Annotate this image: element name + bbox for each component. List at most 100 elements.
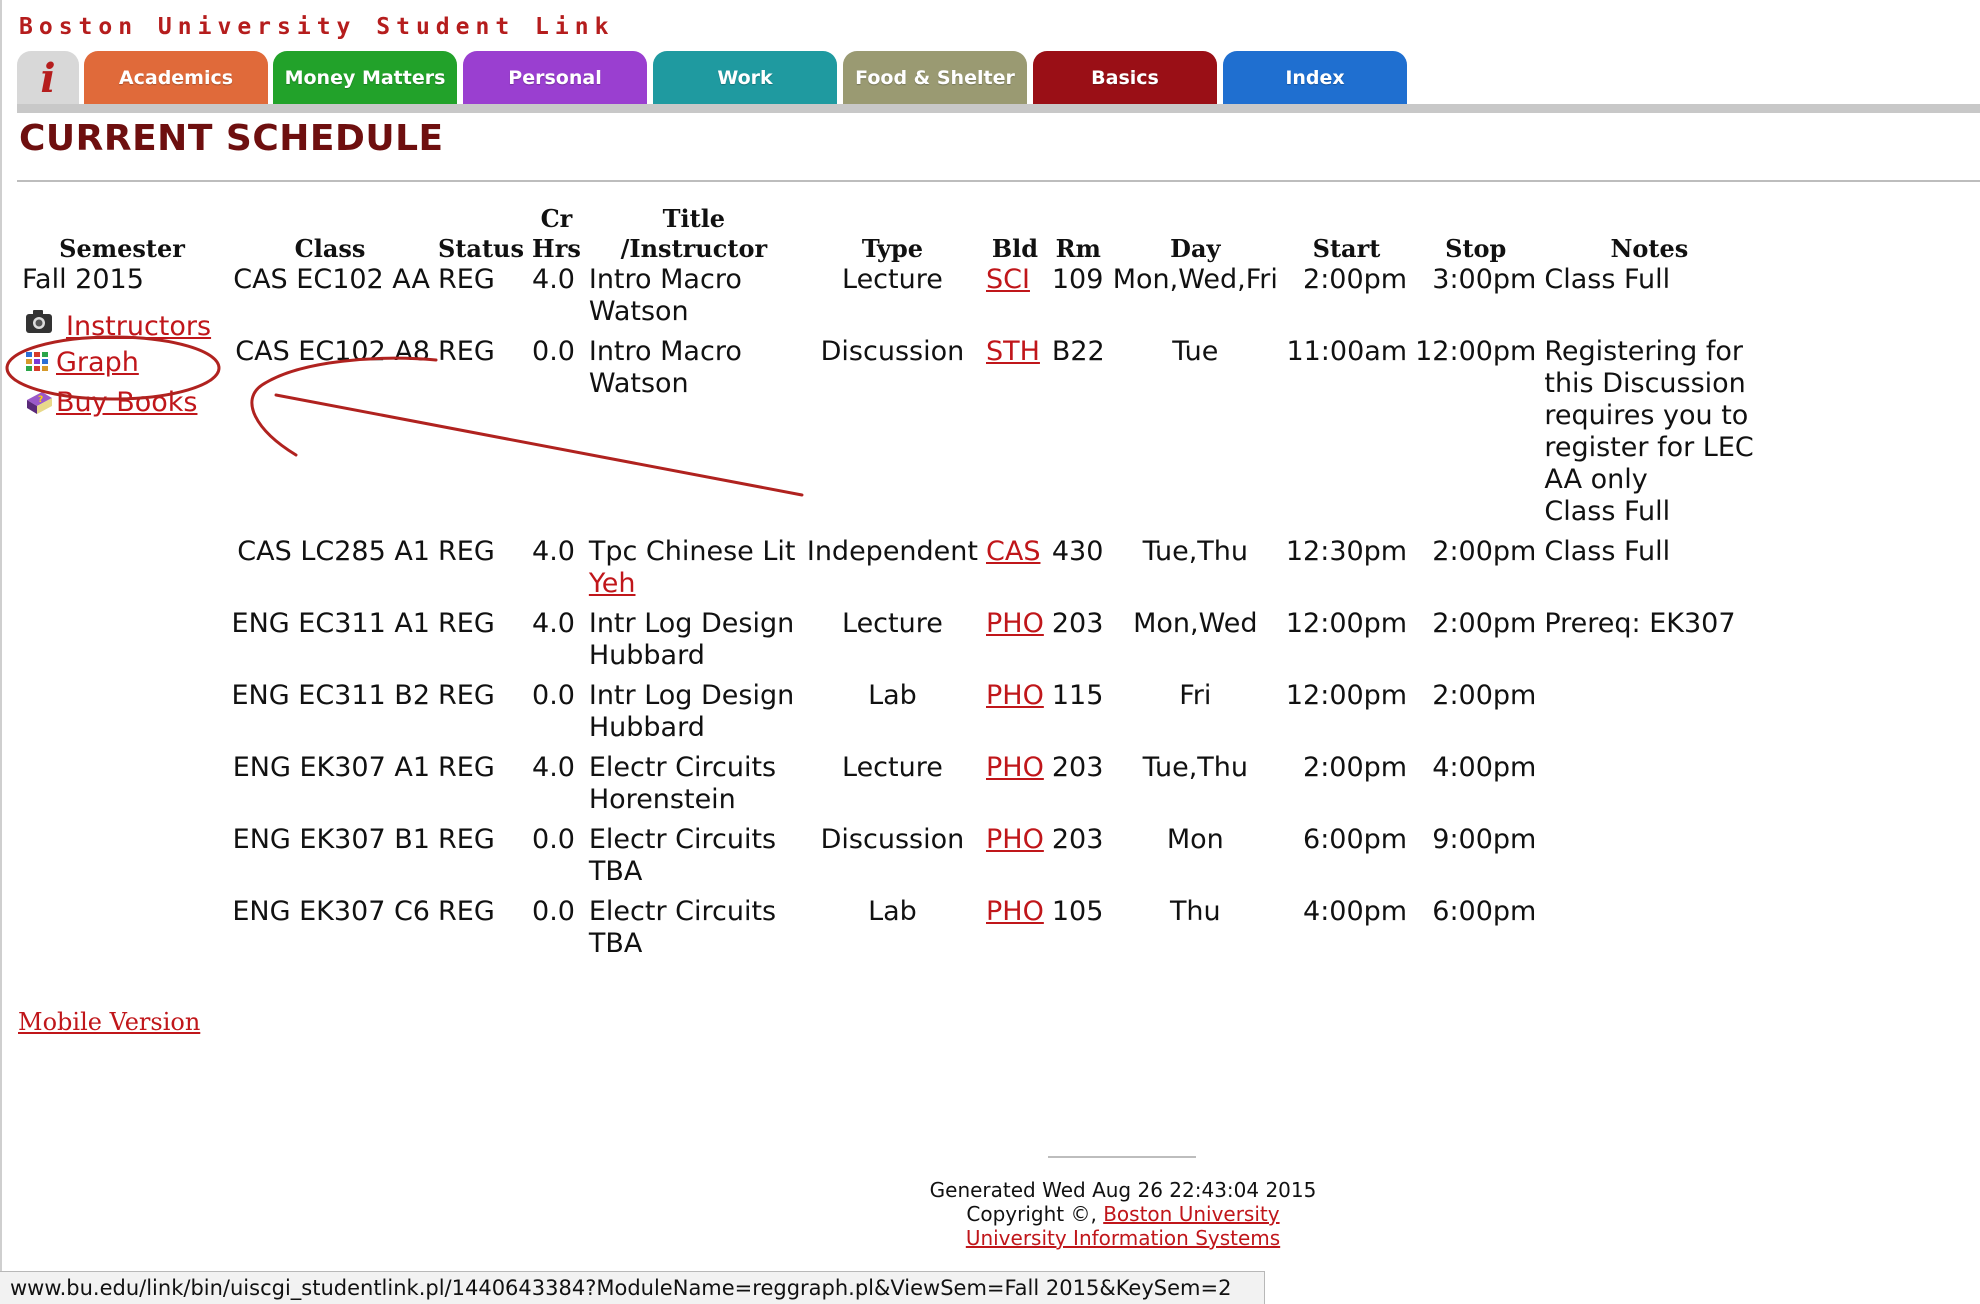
camera-icon (24, 306, 54, 336)
header-cr-hrs: Cr Hrs (528, 200, 585, 264)
tab-basics[interactable]: Basics (1033, 51, 1217, 105)
table-row: Fall 2015 CAS EC102 AA REG 4.0 Intro Mac… (18, 264, 1758, 336)
instructors-link[interactable]: Instructors (66, 311, 211, 342)
title-cell: Intr Log Design Hubbard (585, 680, 803, 752)
day-cell: Tue,Thu (1142, 536, 1248, 567)
notes-cell: Class Full (1544, 536, 1671, 567)
schedule-table: Semester Class Status Cr Hrs Title/Instru… (18, 200, 1758, 968)
header-semester: Semester (59, 234, 185, 263)
class-cell: ENG EK307 C6 (232, 896, 430, 927)
status-cell: REG (438, 680, 495, 711)
building-link[interactable]: PHO (986, 680, 1044, 711)
tab-work[interactable]: Work (653, 51, 837, 105)
tab-money-matters[interactable]: Money Matters (273, 51, 457, 105)
rm-cell: 203 (1051, 752, 1104, 783)
tab-label: Work (717, 67, 773, 89)
notes-cell: Class Full (1544, 264, 1671, 295)
building-link[interactable]: SCI (986, 264, 1030, 295)
uis-line: University Information Systems (900, 1226, 1346, 1250)
rm-cell: B22 (1051, 336, 1105, 367)
buy-books-link-row[interactable]: ? Buy Books (24, 387, 197, 418)
status-cell: REG (438, 752, 495, 783)
stop-cell: 6:00pm (1432, 896, 1537, 927)
instructors-link-row[interactable]: Instructors (24, 305, 211, 342)
tab-label: Academics (118, 67, 234, 89)
header-title-line1: Title (662, 204, 726, 233)
instructor-name: TBA (588, 856, 643, 887)
building-link[interactable]: PHO (986, 752, 1044, 783)
stop-cell: 12:00pm (1415, 336, 1537, 367)
header-status: Status (438, 234, 525, 263)
notes-cell (1540, 824, 1758, 896)
tab-index[interactable]: Index (1223, 51, 1407, 105)
header-class: Class (294, 234, 366, 263)
type-cell: Lecture (842, 264, 943, 295)
day-cell: Mon,Wed (1133, 608, 1258, 639)
start-cell: 4:00pm (1303, 896, 1408, 927)
day-cell: Tue,Thu (1142, 752, 1248, 783)
stop-cell: 2:00pm (1432, 536, 1537, 567)
instructor-link[interactable]: Yeh (589, 568, 636, 599)
start-cell: 11:00am (1286, 336, 1408, 367)
start-cell: 12:30pm (1285, 536, 1408, 567)
svg-text:?: ? (38, 395, 43, 405)
instructor-name: Watson (588, 296, 689, 327)
rm-cell: 115 (1051, 680, 1104, 711)
building-link[interactable]: PHO (986, 824, 1044, 855)
bld-cell: PHO (982, 680, 1048, 752)
tab-academics[interactable]: Academics (84, 51, 268, 105)
graph-grid-icon (24, 348, 54, 378)
copyright-line: Copyright ©, Boston University (900, 1202, 1346, 1226)
type-cell: Independent (806, 536, 978, 567)
book-icon: ? (24, 388, 54, 418)
boston-university-link[interactable]: Boston University (1103, 1202, 1279, 1226)
class-cell: ENG EK307 A1 (232, 752, 430, 783)
rm-cell: 430 (1051, 536, 1104, 567)
mobile-version-container: Mobile Version (18, 1008, 200, 1036)
semester-cell (18, 608, 226, 680)
notes-text: Registering for this Discussion requires… (1544, 336, 1754, 495)
rm-cell: 109 (1051, 264, 1104, 295)
day-cell: Fri (1179, 680, 1212, 711)
header-stop: Stop (1445, 234, 1507, 263)
tab-personal[interactable]: Personal (463, 51, 647, 105)
building-link[interactable]: PHO (986, 608, 1044, 639)
mobile-version-link[interactable]: Mobile Version (18, 1008, 200, 1036)
start-cell: 2:00pm (1303, 264, 1408, 295)
rm-cell: 203 (1051, 608, 1104, 639)
course-title: Intro Macro (588, 336, 742, 367)
type-cell: Discussion (820, 336, 965, 367)
table-row: ENG EC311 A1 REG 4.0 Intr Log Design Hubb… (18, 608, 1758, 680)
notes-cell (1540, 896, 1758, 968)
table-row: ENG EK307 B1 REG 0.0 Electr Circuits TBA … (18, 824, 1758, 896)
uis-link[interactable]: University Information Systems (966, 1226, 1280, 1250)
building-link[interactable]: PHO (986, 896, 1044, 927)
stop-cell: 2:00pm (1432, 608, 1537, 639)
graph-link[interactable]: Graph (56, 347, 139, 378)
notes-cell: Registering for this Discussion requires… (1540, 336, 1758, 536)
building-link[interactable]: STH (986, 336, 1040, 367)
day-cell: Mon,Wed,Fri (1112, 264, 1278, 295)
course-title: Electr Circuits (588, 752, 777, 783)
cr-cell: 4.0 (532, 608, 575, 639)
start-cell: 12:00pm (1285, 608, 1408, 639)
course-title: Intro Macro (588, 264, 742, 295)
page-title: CURRENT SCHEDULE (19, 118, 444, 159)
copyright-text: Copyright ©, (966, 1202, 1097, 1226)
start-cell: 6:00pm (1303, 824, 1408, 855)
building-link[interactable]: CAS (986, 536, 1040, 567)
status-cell: REG (438, 608, 495, 639)
status-cell: REG (438, 896, 495, 927)
tab-food-shelter[interactable]: Food & Shelter (843, 51, 1027, 105)
browser-status-bar: www.bu.edu/link/bin/uiscgi_studentlink.p… (0, 1271, 1265, 1304)
buy-books-link[interactable]: Buy Books (56, 387, 197, 418)
table-row: ENG EC311 B2 REG 0.0 Intr Log Design Hubb… (18, 680, 1758, 752)
instructor-name: Hubbard (588, 712, 705, 743)
table-header-row: Semester Class Status Cr Hrs Title/Instru… (18, 200, 1758, 264)
course-title: Intr Log Design (588, 608, 795, 639)
stop-cell: 9:00pm (1432, 824, 1537, 855)
header-day: Day (1170, 234, 1221, 263)
tab-info[interactable]: i (17, 51, 79, 105)
stop-cell: 4:00pm (1432, 752, 1537, 783)
graph-link-row[interactable]: Graph (24, 347, 139, 378)
